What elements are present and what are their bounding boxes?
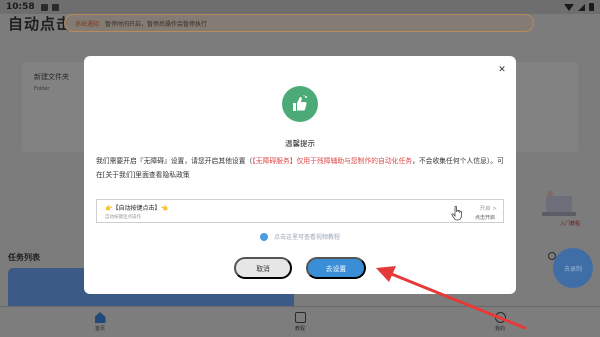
dialog-message: 我们需要开启『无障碍』设置，请您开启其他设置（【无障碍服务】仅用于残障辅助与您制…: [96, 154, 506, 182]
nav-item-profile[interactable]: 我的: [400, 307, 600, 337]
tutorial-label: 入门教程: [560, 221, 581, 227]
accessibility-sample-row: 👉【自动按键点击】👈 自动按键连点操作 开启 > 点击开启: [96, 199, 504, 223]
hand-pointer-icon: [451, 205, 462, 221]
status-time: 10:58: [6, 2, 35, 12]
notice-bar[interactable]: 系统通知 暂停时间开启，暂停后操作会暂停执行: [64, 14, 534, 32]
nav-label: 教程: [294, 326, 305, 332]
home-icon: [94, 312, 106, 323]
sample-click-hint: 点击开启: [474, 215, 495, 221]
nav-label: 首页: [94, 326, 105, 332]
thumbs-up-icon: [282, 86, 318, 122]
sample-subtitle: 自动按键连点操作: [105, 215, 141, 220]
cancel-button[interactable]: 取消: [234, 257, 292, 279]
bottom-nav: 首页 教程 我的: [0, 306, 600, 337]
user-icon: [494, 312, 506, 323]
notice-tag: 系统通知: [75, 20, 100, 28]
task-list-title: 任务列表: [8, 253, 40, 262]
wifi-icon: [564, 3, 574, 11]
video-link-label: 点击这里可查看视频教程: [273, 234, 340, 241]
message-part-1: 我们需要开启『无障碍』设置，请您开启其他设置（: [96, 157, 253, 165]
nav-item-home[interactable]: 首页: [0, 307, 200, 337]
go-settings-button[interactable]: 去设置: [306, 257, 366, 279]
sample-title: 👉【自动按键点击】👈: [105, 205, 168, 212]
tutorial-illustration[interactable]: 入门教程: [540, 190, 580, 230]
notice-text: 暂停时间开启，暂停后操作会暂停执行: [105, 20, 208, 28]
sample-open-toggle: 开启 >: [479, 206, 497, 212]
message-highlight: 【无障碍服务】仅用于残障辅助与您制作的自动化任务: [252, 157, 413, 165]
gallery-icon: [40, 3, 48, 11]
folder-name: 新建文件夹: [34, 73, 69, 81]
accessibility-dialog: ✕ 温馨提示 我们需要开启『无障碍』设置，请您开启其他设置（【无障碍服务】仅用于…: [84, 56, 516, 294]
record-fab[interactable]: 去录制: [553, 248, 593, 288]
dialog-title: 温馨提示: [285, 139, 315, 148]
app-title: 自动点击: [8, 15, 73, 33]
play-icon: [259, 232, 268, 241]
notification-icon: [51, 3, 59, 11]
status-bar: 10:58: [0, 0, 600, 14]
battery-icon: [589, 3, 594, 11]
document-icon: [294, 312, 306, 323]
video-tutorial-link[interactable]: 点击这里可查看视频教程: [84, 232, 516, 241]
laptop-illustration-icon: [542, 191, 576, 216]
nav-item-tutorial[interactable]: 教程: [200, 307, 400, 337]
signal-icon: [578, 3, 585, 11]
folder-subtitle: Folder: [34, 86, 50, 92]
nav-label: 我的: [494, 326, 505, 332]
close-icon[interactable]: ✕: [496, 64, 508, 76]
